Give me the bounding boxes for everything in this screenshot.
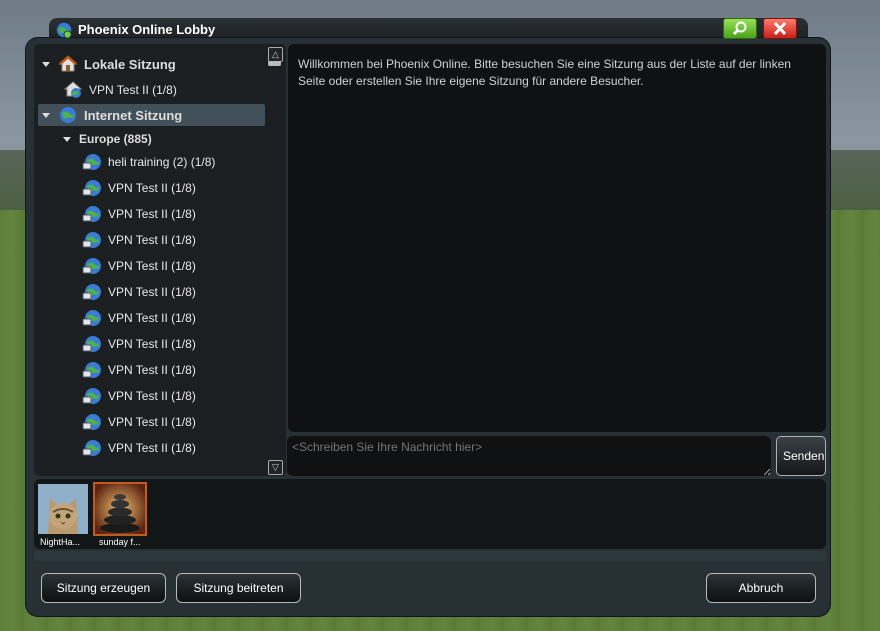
session-label: VPN Test II (1/8) [108,181,196,195]
avatar-user-0[interactable] [38,484,88,534]
tree-node-local[interactable]: Lokale Sitzung [42,53,176,75]
session-item-internet-0[interactable]: heli training (2) (1/8) [82,151,215,173]
session-item-internet-10[interactable]: VPN Test II (1/8) [82,411,196,433]
session-item-internet-1[interactable]: VPN Test II (1/8) [82,177,196,199]
tree-scrollbar[interactable] [266,44,284,476]
expand-arrow-icon[interactable] [42,61,50,67]
tree-label: Lokale Sitzung [84,56,176,72]
chat-log [288,44,826,432]
network-globe-icon [82,154,101,170]
session-label: VPN Test II (1/8) [108,285,196,299]
scroll-thumb[interactable] [268,61,281,66]
session-label: VPN Test II (1/8) [108,441,196,455]
session-item-internet-5[interactable]: VPN Test II (1/8) [82,281,196,303]
network-globe-icon [82,362,101,378]
session-label: VPN Test II (1/8) [108,259,196,273]
session-item-internet-4[interactable]: VPN Test II (1/8) [82,255,196,277]
network-globe-icon [82,388,101,404]
expand-arrow-icon[interactable] [63,136,71,142]
cat-avatar-icon [38,484,88,534]
session-item-internet-8[interactable]: VPN Test II (1/8) [82,359,196,381]
session-item-internet-11[interactable]: VPN Test II (1/8) [82,437,196,459]
session-label: VPN Test II (1/8) [108,363,196,377]
scroll-down-button[interactable]: ▽ [268,460,283,475]
session-item-internet-6[interactable]: VPN Test II (1/8) [82,307,196,329]
network-globe-icon [82,206,101,222]
network-globe-icon [82,310,101,326]
house-icon [58,55,78,72]
session-label: VPN Test II (1/8) [89,83,177,97]
session-label: VPN Test II (1/8) [108,415,196,429]
network-globe-icon [82,440,101,456]
user-name: sunday f... [99,537,141,547]
network-globe-icon [82,336,101,352]
search-icon [732,21,747,36]
close-icon [773,21,787,36]
network-globe-icon [82,284,101,300]
search-button[interactable] [723,18,757,39]
network-globe-icon [82,232,101,248]
globe-icon [56,22,72,39]
divider [34,551,826,561]
session-item-local-0[interactable]: VPN Test II (1/8) [63,79,177,101]
house-session-icon [63,81,83,98]
tree-node-internet[interactable]: Internet Sitzung [38,104,265,126]
session-label: VPN Test II (1/8) [108,233,196,247]
session-label: VPN Test II (1/8) [108,311,196,325]
create-session-button[interactable]: Sitzung erzeugen [41,573,166,603]
session-label: VPN Test II (1/8) [108,337,196,351]
join-session-button[interactable]: Sitzung beitreten [176,573,301,603]
tree-node-europe[interactable]: Europe (885) [63,128,152,150]
session-item-internet-9[interactable]: VPN Test II (1/8) [82,385,196,407]
network-globe-icon [82,414,101,430]
network-globe-icon [82,180,101,196]
stones-avatar-icon [95,484,145,534]
window-title: Phoenix Online Lobby [78,22,216,37]
globe-icon [60,107,76,123]
tree-label: Internet Sitzung [84,107,183,123]
session-item-internet-7[interactable]: VPN Test II (1/8) [82,333,196,355]
welcome-message: Willkommen bei Phoenix Online. Bitte bes… [298,57,791,88]
user-name: NightHa... [40,537,81,547]
user-list [34,479,826,549]
session-item-internet-3[interactable]: VPN Test II (1/8) [82,229,196,251]
cancel-button[interactable]: Abbruch [706,573,816,603]
close-button[interactable] [763,18,797,39]
session-label: VPN Test II (1/8) [108,207,196,221]
region-label: Europe (885) [79,132,152,146]
session-label: heli training (2) (1/8) [108,155,216,169]
expand-arrow-icon[interactable] [42,112,50,118]
avatar-user-1[interactable] [93,482,147,536]
send-button[interactable]: Senden [776,436,826,476]
session-label: VPN Test II (1/8) [108,389,196,403]
message-input[interactable] [287,436,771,476]
network-globe-icon [82,258,101,274]
scroll-up-button[interactable]: △ [268,47,283,62]
session-item-internet-2[interactable]: VPN Test II (1/8) [82,203,196,225]
